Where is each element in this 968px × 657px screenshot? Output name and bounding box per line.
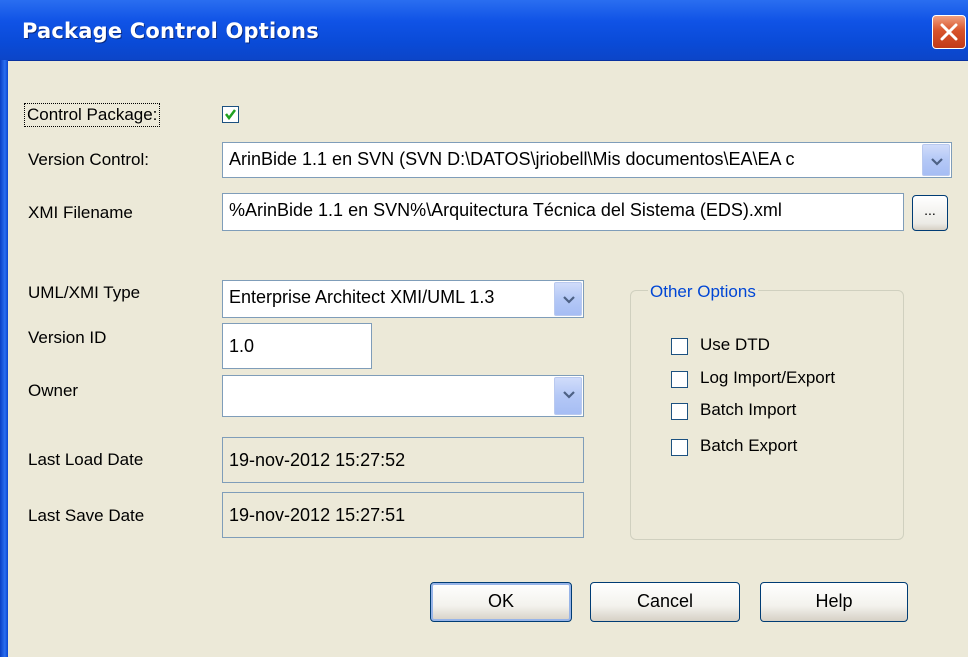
uml-xmi-type-value: Enterprise Architect XMI/UML 1.3 <box>229 287 495 307</box>
chevron-down-icon <box>563 391 575 399</box>
control-package-checkbox[interactable] <box>222 106 239 123</box>
chevron-down-icon <box>931 158 943 166</box>
other-options-title: Other Options <box>648 282 758 302</box>
close-icon <box>940 23 958 41</box>
title-bar[interactable]: Package Control Options <box>0 0 968 61</box>
batch-export-label[interactable]: Batch Export <box>700 436 797 456</box>
batch-import-label[interactable]: Batch Import <box>700 400 796 420</box>
use-dtd-checkbox[interactable] <box>671 338 688 355</box>
window-border <box>0 60 8 657</box>
last-save-date-value: 19-nov-2012 15:27:51 <box>229 505 406 525</box>
use-dtd-label[interactable]: Use DTD <box>700 335 770 355</box>
chevron-down-icon <box>563 296 575 304</box>
log-import-export-label[interactable]: Log Import/Export <box>700 368 835 388</box>
batch-import-checkbox[interactable] <box>671 403 688 420</box>
owner-label: Owner <box>28 381 79 400</box>
uml-xmi-type-select[interactable]: Enterprise Architect XMI/UML 1.3 <box>222 280 584 318</box>
version-control-dropdown-button[interactable] <box>922 144 950 176</box>
xmi-filename-value: %ArinBide 1.1 en SVN%\Arquitectura Técni… <box>229 200 782 220</box>
version-control-label: Version Control: <box>28 150 149 169</box>
version-id-field[interactable]: 1.0 <box>222 323 372 369</box>
uml-xmi-type-label: UML/XMI Type <box>28 283 141 302</box>
ok-button[interactable]: OK <box>430 582 572 622</box>
owner-dropdown-button[interactable] <box>554 377 582 415</box>
checkmark-icon <box>225 109 236 121</box>
last-load-date-value: 19-nov-2012 15:27:52 <box>229 450 406 470</box>
version-id-label: Version ID <box>28 328 107 347</box>
control-package-label[interactable]: Control Package: <box>24 103 161 127</box>
last-load-date-label: Last Load Date <box>28 450 144 469</box>
last-save-date-field: 19-nov-2012 15:27:51 <box>222 492 584 538</box>
cancel-button[interactable]: Cancel <box>590 582 740 622</box>
owner-select[interactable] <box>222 375 584 417</box>
help-button[interactable]: Help <box>760 582 908 622</box>
close-button[interactable] <box>932 15 966 49</box>
xmi-filename-label: XMI Filename <box>28 203 133 222</box>
last-save-date-label: Last Save Date <box>28 506 145 525</box>
xmi-filename-field[interactable]: %ArinBide 1.1 en SVN%\Arquitectura Técni… <box>222 193 904 231</box>
version-id-value: 1.0 <box>229 336 255 356</box>
uml-xmi-type-dropdown-button[interactable] <box>554 282 582 316</box>
batch-export-checkbox[interactable] <box>671 439 688 456</box>
last-load-date-field: 19-nov-2012 15:27:52 <box>222 437 584 483</box>
browse-button[interactable]: ... <box>912 195 948 231</box>
version-control-value: ArinBide 1.1 en SVN (SVN D:\DATOS\jriobe… <box>229 149 795 169</box>
window-title: Package Control Options <box>22 19 319 43</box>
log-import-export-checkbox[interactable] <box>671 371 688 388</box>
version-control-select[interactable]: ArinBide 1.1 en SVN (SVN D:\DATOS\jriobe… <box>222 142 952 178</box>
